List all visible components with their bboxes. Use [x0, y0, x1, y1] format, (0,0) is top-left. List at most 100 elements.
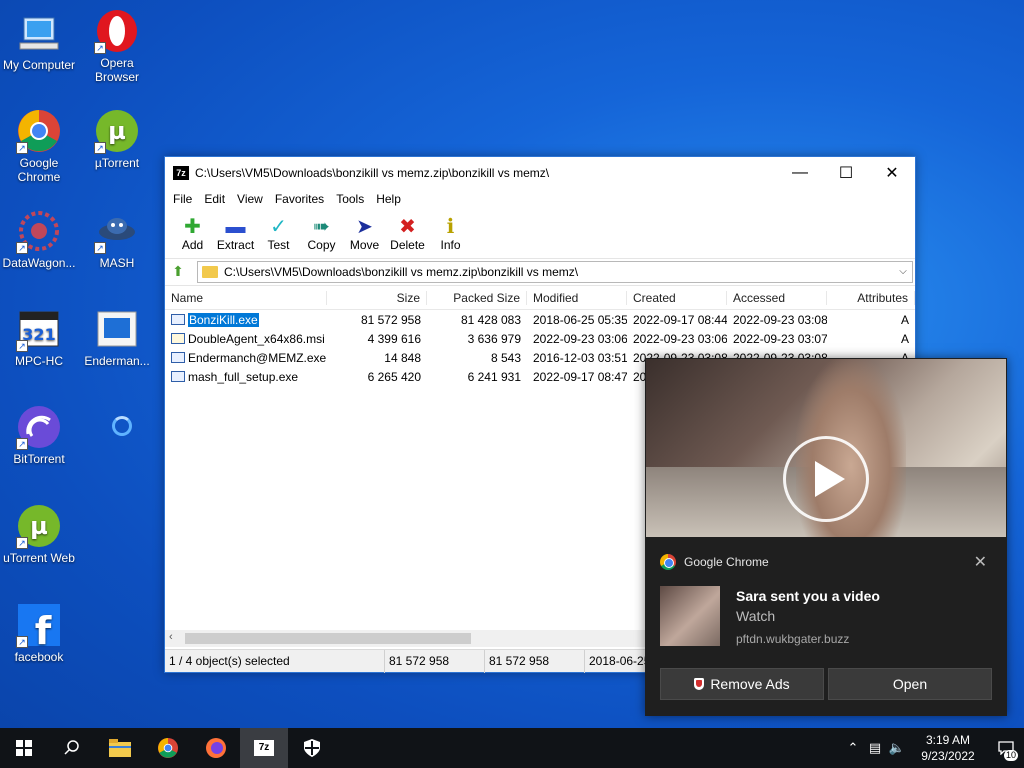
window-app-icon — [94, 306, 140, 352]
info-button[interactable]: ℹ Info — [429, 216, 472, 252]
toolbar: ✚ Add ▬ Extract ✓ Test ➠ Copy ➤ Move ✖ Delete … — [165, 210, 915, 258]
file-name: DoubleAgent_x64x86.msi — [188, 331, 325, 346]
chevron-up-icon[interactable]: ⌃ — [842, 740, 864, 756]
chevron-down-icon[interactable]: ⌵ — [894, 266, 912, 277]
desktop-icon-label: Enderman... — [84, 354, 150, 368]
action-center-button[interactable]: 10 — [988, 728, 1024, 768]
menu-tools[interactable]: Tools — [330, 192, 370, 206]
play-icon[interactable] — [783, 436, 869, 522]
chrome-notification[interactable]: Google Chrome ✕ Sara sent you a video Wa… — [645, 358, 1007, 716]
desktop-icon-mpc-hc[interactable]: 321 ↗ MPC-HC — [0, 306, 78, 368]
file-name: mash_full_setup.exe — [188, 369, 299, 384]
desktop-icon-mash[interactable]: ↗ MASH — [78, 208, 156, 270]
desktop-icon-enderman[interactable]: Enderman... — [78, 306, 156, 368]
notification-source-url: pftdn.wukbgater.buzz — [736, 632, 850, 646]
file-size: 14 848 — [384, 350, 421, 365]
remove-ads-button[interactable]: Remove Ads — [660, 668, 824, 700]
taskbar-chrome[interactable] — [144, 728, 192, 768]
desktop-icon-chrome[interactable]: ↗ Google Chrome — [0, 108, 78, 184]
file-size: 4 399 616 — [367, 331, 421, 346]
desktop-icon-utorrent-web[interactable]: µ ↗ uTorrent Web — [0, 503, 78, 565]
taskbar-7zip[interactable]: 7z — [240, 728, 288, 768]
close-icon[interactable]: ✕ — [974, 552, 987, 572]
video-preview-image[interactable] — [646, 359, 1006, 537]
clock[interactable]: 3:19 AM 9/23/2022 — [908, 732, 988, 764]
menu-file[interactable]: File — [167, 192, 198, 206]
col-header-packed[interactable]: Packed Size — [427, 290, 527, 305]
shortcut-arrow-icon: ↗ — [94, 142, 106, 154]
list-header: Name Size Packed Size Modified Created A… — [165, 286, 915, 310]
system-tray: ⌃ ▤ 🔈 3:19 AM 9/23/2022 10 — [842, 728, 1024, 768]
window-title: C:\Users\VM5\Downloads\bonzikill vs memz… — [195, 165, 550, 180]
menu-help[interactable]: Help — [370, 192, 407, 206]
extract-button[interactable]: ▬ Extract — [214, 216, 257, 252]
taskbar-security[interactable] — [288, 728, 336, 768]
shortcut-arrow-icon: ↗ — [16, 142, 28, 154]
maximize-button[interactable]: ☐ — [823, 157, 869, 188]
search-button[interactable] — [48, 728, 96, 768]
menu-view[interactable]: View — [231, 192, 269, 206]
mash-icon: ↗ — [94, 208, 140, 254]
menu-favorites[interactable]: Favorites — [269, 192, 330, 206]
computer-icon — [16, 10, 62, 56]
mpc-hc-icon: 321 ↗ — [16, 306, 62, 352]
file-packed: 6 241 931 — [467, 369, 521, 384]
shortcut-arrow-icon: ↗ — [16, 242, 28, 254]
file-packed: 3 636 979 — [467, 331, 521, 346]
open-button[interactable]: Open — [828, 668, 992, 700]
file-packed: 81 428 083 — [460, 312, 521, 327]
svg-text:µ: µ — [108, 117, 126, 145]
desktop-icon-label: DataWagon... — [2, 256, 76, 270]
file-name: BonziKill.exe — [188, 312, 259, 327]
delete-button[interactable]: ✖ Delete — [386, 216, 429, 252]
desktop-icon-my-computer[interactable]: My Computer — [0, 10, 78, 72]
clock-date: 9/23/2022 — [921, 749, 975, 763]
desktop-icon-datawagon[interactable]: ↗ DataWagon... — [0, 208, 78, 270]
desktop-icon-label: Opera Browser — [94, 56, 139, 84]
datawagon-icon: ↗ — [16, 208, 62, 254]
file-created: 2022-09-23 03:06 — [633, 331, 727, 346]
scroll-left-icon[interactable]: ‹ — [169, 631, 173, 643]
col-header-size[interactable]: Size — [327, 290, 427, 305]
col-header-attributes[interactable]: Attributes — [827, 290, 915, 305]
taskbar-file-explorer[interactable] — [96, 728, 144, 768]
up-folder-icon[interactable]: ⬆ — [169, 263, 187, 281]
desktop-icon-facebook[interactable]: f ↗ facebook — [0, 602, 78, 664]
menu-edit[interactable]: Edit — [198, 192, 231, 206]
test-button[interactable]: ✓ Test — [257, 216, 300, 252]
exe-file-icon — [171, 352, 185, 363]
utorrent-icon: µ ↗ — [94, 108, 140, 154]
desktop-icon-opera[interactable]: ↗ Opera Browser — [78, 8, 156, 84]
volume-icon[interactable]: 🔈 — [886, 740, 908, 756]
file-modified: 2018-06-25 05:35 — [533, 312, 627, 327]
desktop-icon-label: Google Chrome — [17, 156, 61, 184]
file-accessed: 2022-09-23 03:08 — [733, 312, 827, 327]
scrollbar-thumb[interactable] — [185, 633, 471, 644]
col-header-name[interactable]: Name — [165, 290, 327, 305]
move-button[interactable]: ➤ Move — [343, 216, 386, 252]
search-icon — [64, 740, 79, 755]
add-button[interactable]: ✚ Add — [171, 216, 214, 252]
utorrent-web-icon: µ ↗ — [16, 503, 62, 549]
col-header-created[interactable]: Created — [627, 290, 727, 305]
desktop-icon-utorrent[interactable]: µ ↗ µTorrent — [78, 108, 156, 170]
x-icon: ✖ — [399, 216, 416, 238]
table-row[interactable]: DoubleAgent_x64x86.msi 4 399 616 3 636 9… — [165, 329, 915, 348]
file-size: 6 265 420 — [367, 369, 421, 384]
start-button[interactable] — [0, 728, 48, 768]
col-header-modified[interactable]: Modified — [527, 290, 627, 305]
taskbar-firefox[interactable] — [192, 728, 240, 768]
minimize-button[interactable]: — — [777, 157, 823, 188]
close-button[interactable]: ✕ — [869, 157, 915, 188]
copy-button[interactable]: ➠ Copy — [300, 216, 343, 252]
file-accessed: 2022-09-23 03:07 — [733, 331, 827, 346]
file-modified: 2016-12-03 03:51 — [533, 350, 627, 365]
status-size: 81 572 958 — [385, 649, 485, 673]
title-bar[interactable]: 7z C:\Users\VM5\Downloads\bonzikill vs m… — [165, 157, 915, 188]
desktop-icon-bittorrent[interactable]: ↗ BitTorrent — [0, 404, 78, 466]
network-icon[interactable]: ▤ — [864, 740, 886, 756]
menu-bar: File Edit View Favorites Tools Help — [165, 188, 915, 210]
table-row[interactable]: BonziKill.exe 81 572 958 81 428 083 2018… — [165, 310, 915, 329]
address-input[interactable]: C:\Users\VM5\Downloads\bonzikill vs memz… — [197, 260, 913, 283]
col-header-accessed[interactable]: Accessed — [727, 290, 827, 305]
